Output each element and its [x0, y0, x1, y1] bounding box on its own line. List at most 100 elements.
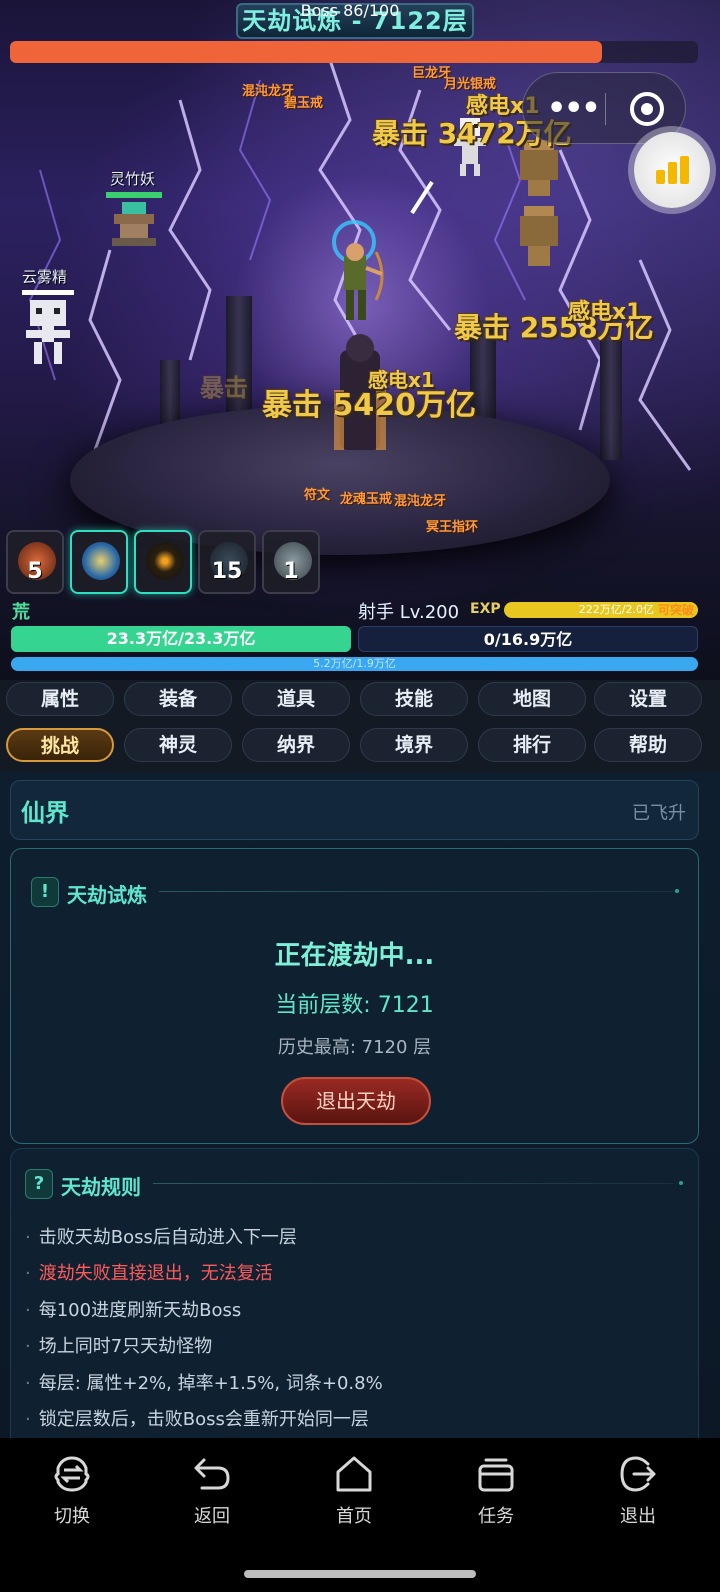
back-icon [194, 1458, 230, 1490]
tab-attributes[interactable]: 属性 [6, 682, 114, 716]
tab-settings[interactable]: 设置 [594, 682, 702, 716]
rule-item-warning: · 渡劫失败直接退出，无法复活 [25, 1263, 273, 1284]
switch-icon [54, 1456, 90, 1492]
challenge-content: 仙界 已飞升 ! 天劫试炼 正在渡劫中... 当前层数: 7121 历史最高: … [0, 772, 720, 1438]
realm-panel-header: 仙界 已飞升 [10, 780, 699, 840]
question-icon: ? [25, 1169, 53, 1199]
header-divider [153, 1183, 673, 1184]
nav-label: 任务 [478, 1506, 514, 1527]
skill-slot-4[interactable]: 15 [198, 530, 256, 594]
tab-ranking[interactable]: 排行 [478, 728, 586, 762]
nav-label: 切换 [54, 1506, 90, 1527]
more-options-icon[interactable]: ••• [547, 91, 601, 126]
tasks-icon [478, 1458, 514, 1492]
exclamation-icon: ! [31, 877, 59, 907]
exit-icon [620, 1456, 656, 1492]
hp-value: 23.3万亿/23.3万亿 [106, 629, 256, 648]
monster-yunwujing-sprite [22, 290, 74, 364]
trial-card-title: 天劫试炼 [67, 883, 147, 907]
home-indicator[interactable] [244, 1570, 476, 1578]
rules-card-title: 天劫规则 [61, 1175, 141, 1199]
capsule-divider [605, 93, 606, 125]
skill-slot-2[interactable] [70, 530, 128, 594]
bar-chart-icon [656, 170, 665, 184]
breakthrough-tag[interactable]: 可突破 [658, 602, 694, 618]
nav-label: 返回 [194, 1506, 230, 1527]
trial-state: 正在渡劫中... [274, 941, 435, 971]
vortex-skill-icon [82, 542, 120, 580]
bottom-navigation: 切换 返回 首页 任务 退出 [0, 1438, 720, 1592]
current-floor: 当前层数: 7121 [275, 993, 434, 1018]
exit-trial-button[interactable]: 退出天劫 [281, 1077, 431, 1125]
item-drop-label[interactable]: 冥王指环 [426, 516, 478, 535]
rules-card: ? 天劫规则 · 击败天劫Boss后自动进入下一层 · 渡劫失败直接退出，无法复活 … [10, 1148, 699, 1438]
rule-item: · 每100进度刷新天劫Boss [25, 1300, 242, 1321]
skill-slot-5[interactable]: 1 [262, 530, 320, 594]
faded-crit-text: 暴击 [200, 374, 248, 402]
nav-tasks[interactable]: 任务 [446, 1452, 546, 1528]
close-miniprogram-icon[interactable] [630, 92, 664, 126]
boss-progress-label: Boss 86/100 [300, 1, 400, 20]
rule-item: · 每层: 属性+2%, 掉率+1.5%, 词条+0.8% [25, 1373, 383, 1394]
player-archer-sprite [332, 220, 384, 320]
monster-name-label: 云雾精 [22, 268, 68, 286]
tab-skills[interactable]: 技能 [360, 682, 468, 716]
battle-scene: 暴击 3472万亿 暴击 2558万亿 暴击 5420万亿 暴击 感电x1 感电… [0, 0, 720, 682]
tab-challenge[interactable]: 挑战 [6, 728, 114, 762]
debuff-label: 感电x1 [368, 368, 435, 392]
trial-status-card: ! 天劫试炼 正在渡劫中... 当前层数: 7121 历史最高: 7120 层 … [10, 848, 699, 1144]
skill-slot-3[interactable] [134, 530, 192, 594]
item-drop-label[interactable]: 碧玉戒 [284, 92, 323, 111]
menu-tabs: 属性 装备 道具 技能 地图 设置 挑战 神灵 纳界 境界 排行 帮助 [0, 680, 720, 772]
nav-exit[interactable]: 退出 [588, 1452, 688, 1528]
tab-items[interactable]: 道具 [242, 682, 350, 716]
rule-item: · 击败天劫Boss后自动进入下一层 [25, 1227, 297, 1248]
tab-help[interactable]: 帮助 [594, 728, 702, 762]
nav-switch[interactable]: 切换 [22, 1452, 122, 1528]
hp-bar: 23.3万亿/23.3万亿 [11, 626, 351, 652]
realm-panel-title: 仙界 [21, 799, 69, 827]
rule-item: · 场上同时7只天劫怪物 [25, 1336, 213, 1357]
exp-label: EXP [470, 601, 501, 617]
tab-deities[interactable]: 神灵 [124, 728, 232, 762]
nav-back[interactable]: 返回 [162, 1452, 262, 1528]
boss-progress-fill [10, 41, 602, 63]
game-screen: 暴击 3472万亿 暴击 2558万亿 暴击 5420万亿 暴击 感电x1 感电… [0, 0, 720, 1592]
skill-count: 5 [27, 559, 43, 584]
boss-progress-bar [10, 41, 698, 63]
header-dot [675, 889, 679, 893]
skill-count: 1 [283, 559, 299, 584]
monster-lingzhuyao-sprite [106, 192, 162, 246]
debuff-label: 感电x1 [568, 300, 642, 325]
bar-chart-icon [668, 162, 677, 184]
shield-bar: 5.2万亿/1.9万亿 [11, 657, 698, 671]
tab-map[interactable]: 地图 [478, 682, 586, 716]
best-floor: 历史最高: 7120 层 [277, 1037, 432, 1058]
bar-chart-icon [680, 156, 689, 184]
item-drop-label[interactable]: 月光银戒 [444, 73, 496, 92]
item-drop-label[interactable]: 龙魂玉戒 [340, 488, 392, 507]
mp-value: 0/16.9万亿 [483, 630, 573, 649]
exp-bar: 222万亿/2.0亿 可突破 [504, 602, 698, 618]
player-realm: 荒 [12, 602, 30, 623]
item-drop-label[interactable]: 符文 [304, 484, 330, 503]
shield-value: 5.2万亿/1.9万亿 [313, 657, 396, 670]
tab-equipment[interactable]: 装备 [124, 682, 232, 716]
ruin-pillar [600, 340, 622, 460]
tab-storage[interactable]: 纳界 [242, 728, 350, 762]
home-icon [336, 1456, 372, 1492]
tab-realm[interactable]: 境界 [360, 728, 468, 762]
rule-item: · 锁定层数后，击败Boss会重新开始同一层 [25, 1409, 369, 1430]
item-drop-label[interactable]: 混沌龙牙 [394, 490, 446, 509]
exp-value: 222万亿/2.0亿 [578, 603, 654, 616]
skill-slot-1[interactable]: 5 [6, 530, 64, 594]
mp-bar: 0/16.9万亿 [358, 626, 698, 652]
monster-brown-sprite [520, 140, 558, 266]
nav-home[interactable]: 首页 [304, 1452, 404, 1528]
player-status-row: 荒 射手 Lv.200 EXP 222万亿/2.0亿 可突破 [0, 598, 720, 623]
dark-orb-skill-icon [146, 542, 184, 580]
header-divider [159, 891, 673, 892]
realm-panel-status: 已飞升 [632, 803, 686, 824]
stats-float-button[interactable] [634, 132, 710, 208]
monster-name-label: 灵竹妖 [110, 170, 156, 188]
